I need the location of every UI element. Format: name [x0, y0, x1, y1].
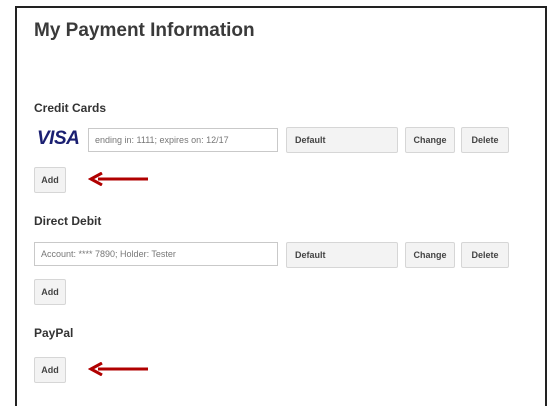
direct-debit-add-button[interactable]: Add — [34, 279, 66, 305]
credit-card-change-button[interactable]: Change — [405, 127, 455, 153]
direct-debit-summary-field: Account: **** 7890; Holder: Tester — [34, 242, 278, 266]
direct-debit-delete-button[interactable]: Delete — [461, 242, 509, 268]
direct-debit-heading: Direct Debit — [34, 214, 102, 228]
direct-debit-default-button[interactable]: Default — [286, 242, 398, 268]
paypal-heading: PayPal — [34, 326, 74, 340]
credit-card-summary-field: ending in: 1111; expires on: 12/17 — [88, 128, 278, 152]
credit-card-add-button[interactable]: Add — [34, 167, 66, 193]
visa-logo-icon: VISA — [37, 128, 80, 149]
left-arrow-icon — [88, 172, 148, 186]
content-frame — [15, 6, 547, 406]
credit-cards-heading: Credit Cards — [34, 101, 107, 115]
direct-debit-change-button[interactable]: Change — [405, 242, 455, 268]
page-title: My Payment Information — [34, 20, 255, 41]
left-arrow-icon — [88, 362, 148, 376]
credit-card-delete-button[interactable]: Delete — [461, 127, 509, 153]
credit-card-default-button[interactable]: Default — [286, 127, 398, 153]
paypal-add-button[interactable]: Add — [34, 357, 66, 383]
